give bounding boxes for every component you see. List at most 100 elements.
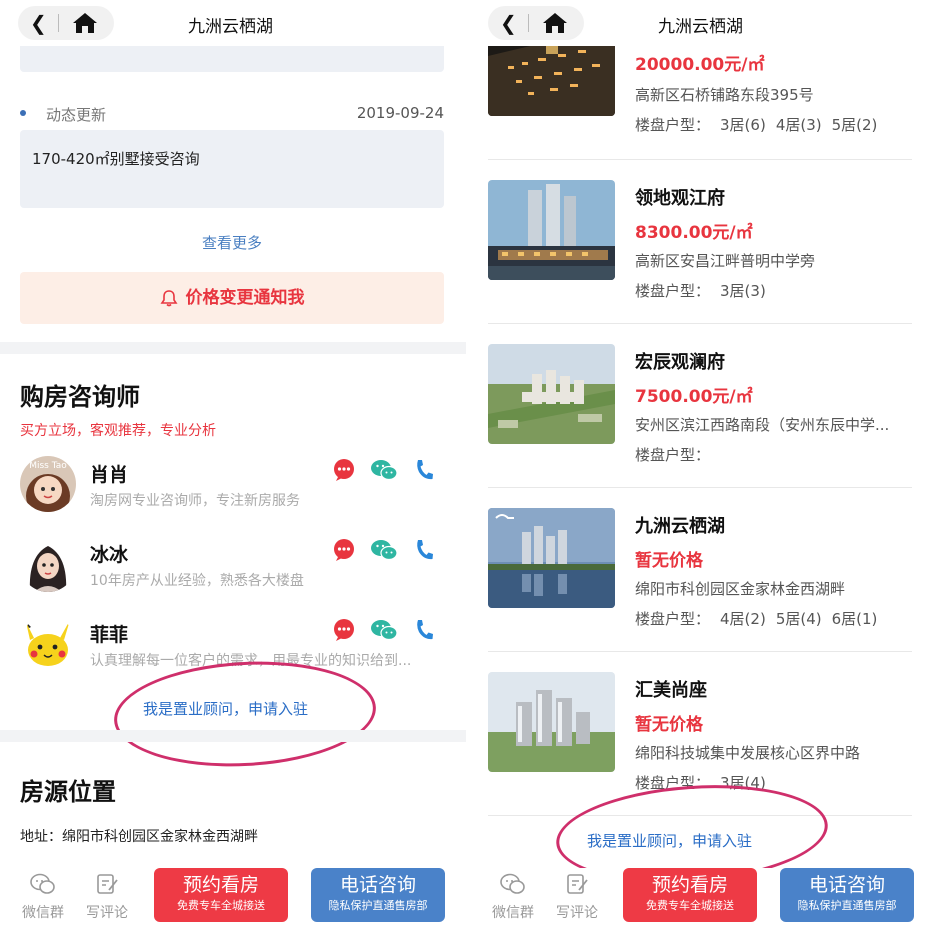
write-comment-button[interactable]: 写评论 bbox=[552, 872, 602, 922]
nav-pill: ❮ bbox=[488, 6, 584, 40]
listing-name: 九洲云栖湖 bbox=[635, 516, 725, 537]
message-icon[interactable] bbox=[332, 538, 356, 562]
bullet-dot bbox=[20, 110, 26, 116]
book-visit-label: 预约看房 bbox=[651, 874, 728, 896]
listing-price: 8300.00元/㎡ bbox=[635, 223, 753, 243]
phone-consult-sub: 隐私保护直通售房部 bbox=[328, 899, 428, 912]
listing-item[interactable]: 汇美尚座 暂无价格 绵阳科技城集中发展核心区界中路 楼盘户型： 3居(4) bbox=[488, 652, 912, 816]
nav-separator bbox=[58, 14, 59, 32]
nav-header: ❮ 九洲云栖湖 bbox=[470, 0, 937, 46]
book-visit-button[interactable]: 预约看房 免费专车全城接送 bbox=[623, 868, 757, 922]
advisor-item[interactable]: 菲菲 认真理解每一位客户的需求，用最专业的知识给到... bbox=[20, 616, 444, 686]
dynamic-label: 动态更新 bbox=[46, 106, 107, 124]
edit-icon bbox=[567, 874, 588, 894]
wechat-group-label: 微信群 bbox=[22, 905, 64, 921]
location-address: 地址：绵阳市科创园区金家林金西湖畔 bbox=[20, 829, 258, 845]
advisor-item[interactable]: Miss Tao 肖肖 淘房网专业咨询师，专注新房服务 bbox=[20, 456, 444, 526]
advisor-apply-link[interactable]: 我是置业顾问，申请入驻 bbox=[587, 830, 752, 851]
listing-item[interactable]: 领地观江府 8300.00元/㎡ 高新区安昌江畔普明中学旁 楼盘户型： 3居(3) bbox=[488, 160, 912, 324]
bottom-action-bar: 微信群 写评论 预约看房 免费专车全城接送 电话咨询 隐私保护直通售房部 bbox=[470, 868, 937, 934]
book-visit-sub: 免费专车全城接送 bbox=[177, 899, 265, 912]
advisor-name: 肖肖 bbox=[90, 464, 129, 486]
listing-address: 绵阳科技城集中发展核心区界中路 bbox=[635, 744, 861, 762]
listing-price: 7500.00元/㎡ bbox=[635, 387, 753, 407]
svg-text:Miss Tao: Miss Tao bbox=[29, 461, 67, 471]
price-notify-button[interactable]: 价格变更通知我 bbox=[20, 272, 444, 324]
wechat-icon[interactable] bbox=[370, 538, 398, 562]
advisor-desc: 认真理解每一位客户的需求，用最专业的知识给到... bbox=[90, 653, 412, 669]
message-icon[interactable] bbox=[332, 618, 356, 642]
listing-price: 暂无价格 bbox=[635, 551, 703, 571]
left-screen: ❮ 九洲云栖湖 动态更新 2019-09-24 170-420㎡别墅接受咨询 查… bbox=[0, 0, 466, 934]
home-icon[interactable] bbox=[542, 12, 568, 34]
wechat-group-button[interactable]: 微信群 bbox=[18, 872, 68, 922]
chat-icon bbox=[30, 873, 55, 894]
section-divider bbox=[0, 342, 466, 354]
advisors-title: 购房咨询师 bbox=[20, 383, 140, 411]
home-icon[interactable] bbox=[72, 12, 98, 34]
listing-types: 楼盘户型： bbox=[635, 446, 711, 464]
back-icon[interactable]: ❮ bbox=[30, 12, 47, 34]
advisor-apply-link[interactable]: 我是置业顾问，申请入驻 bbox=[143, 698, 308, 719]
dynamic-date: 2019-09-24 bbox=[356, 104, 444, 122]
advisors-subtitle: 买方立场，客观推荐，专业分析 bbox=[20, 423, 216, 439]
listing-image bbox=[488, 508, 615, 608]
price-notify-label: 价格变更通知我 bbox=[185, 288, 305, 308]
page-title: 九洲云栖湖 bbox=[188, 17, 273, 37]
phone-consult-sub: 隐私保护直通售房部 bbox=[797, 899, 897, 912]
listing-address: 高新区石桥铺路东段395号 bbox=[635, 86, 814, 104]
listing-types: 楼盘户型： 4居(2) 5居(4) 6居(1) bbox=[635, 610, 878, 628]
content-card-bottom bbox=[20, 46, 444, 72]
listing-price: 暂无价格 bbox=[635, 715, 703, 735]
phone-icon[interactable] bbox=[414, 618, 434, 642]
listing-address: 安州区滨江西路南段（安州东辰中学... bbox=[635, 416, 890, 434]
advisor-desc: 10年房产从业经验，熟悉各大楼盘 bbox=[90, 573, 304, 589]
phone-consult-button[interactable]: 电话咨询 隐私保护直通售房部 bbox=[311, 868, 445, 922]
wechat-group-label: 微信群 bbox=[492, 905, 534, 921]
phone-consult-button[interactable]: 电话咨询 隐私保护直通售房部 bbox=[780, 868, 914, 922]
avatar: Miss Tao bbox=[20, 456, 76, 512]
listing-types: 楼盘户型： 3居(3) bbox=[635, 282, 766, 300]
book-visit-button[interactable]: 预约看房 免费专车全城接送 bbox=[154, 868, 288, 922]
phone-icon[interactable] bbox=[414, 538, 434, 562]
right-screen: 20000.00元/㎡ 高新区石桥铺路东段395号 楼盘户型： 3居(6) 4居(3… bbox=[470, 0, 937, 934]
wechat-group-button[interactable]: 微信群 bbox=[488, 872, 538, 922]
listing-types: 楼盘户型： 3居(6) 4居(3) 5居(2) bbox=[635, 116, 878, 134]
nav-pill: ❮ bbox=[18, 6, 114, 40]
listing-item[interactable]: 宏辰观澜府 7500.00元/㎡ 安州区滨江西路南段（安州东辰中学... 楼盘户… bbox=[488, 324, 912, 488]
chat-icon bbox=[500, 873, 525, 894]
listing-address: 绵阳市科创园区金家林金西湖畔 bbox=[635, 580, 846, 598]
wechat-icon[interactable] bbox=[370, 458, 398, 482]
bell-icon bbox=[160, 290, 177, 307]
dynamic-update-row: 动态更新 2019-09-24 bbox=[20, 104, 444, 124]
listing-name: 领地观江府 bbox=[635, 188, 725, 209]
avatar bbox=[20, 536, 76, 592]
phone-icon[interactable] bbox=[414, 458, 434, 482]
write-comment-label: 写评论 bbox=[556, 905, 598, 921]
listing-name: 宏辰观澜府 bbox=[635, 352, 725, 373]
book-visit-label: 预约看房 bbox=[182, 874, 259, 896]
message-icon[interactable] bbox=[332, 458, 356, 482]
screen: ❮ 九洲云栖湖 动态更新 2019-09-24 170-420㎡别墅接受咨询 查… bbox=[0, 0, 937, 934]
listing-price: 20000.00元/㎡ bbox=[635, 55, 765, 75]
advisor-name: 菲菲 bbox=[90, 624, 129, 646]
book-visit-sub: 免费专车全城接送 bbox=[646, 899, 734, 912]
wechat-icon[interactable] bbox=[370, 618, 398, 642]
advisor-name: 冰冰 bbox=[90, 544, 129, 566]
dynamic-content: 170-420㎡别墅接受咨询 bbox=[20, 130, 444, 208]
view-more-link[interactable]: 查看更多 bbox=[20, 232, 444, 253]
section-divider bbox=[0, 730, 466, 742]
advisor-desc: 淘房网专业咨询师，专注新房服务 bbox=[90, 493, 300, 509]
listing-item[interactable]: 九洲云栖湖 暂无价格 绵阳市科创园区金家林金西湖畔 楼盘户型： 4居(2) 5居(4… bbox=[488, 488, 912, 652]
phone-consult-label: 电话咨询 bbox=[808, 874, 885, 896]
write-comment-button[interactable]: 写评论 bbox=[82, 872, 132, 922]
page-title: 九洲云栖湖 bbox=[658, 17, 743, 37]
listing-image bbox=[488, 344, 615, 444]
location-title: 房源位置 bbox=[20, 778, 116, 806]
advisor-item[interactable]: 冰冰 10年房产从业经验，熟悉各大楼盘 bbox=[20, 536, 444, 606]
listing-image bbox=[488, 672, 615, 772]
listing-address: 高新区安昌江畔普明中学旁 bbox=[635, 252, 816, 270]
listing-name: 汇美尚座 bbox=[635, 680, 707, 701]
back-icon[interactable]: ❮ bbox=[500, 12, 517, 34]
nav-separator bbox=[528, 14, 529, 32]
